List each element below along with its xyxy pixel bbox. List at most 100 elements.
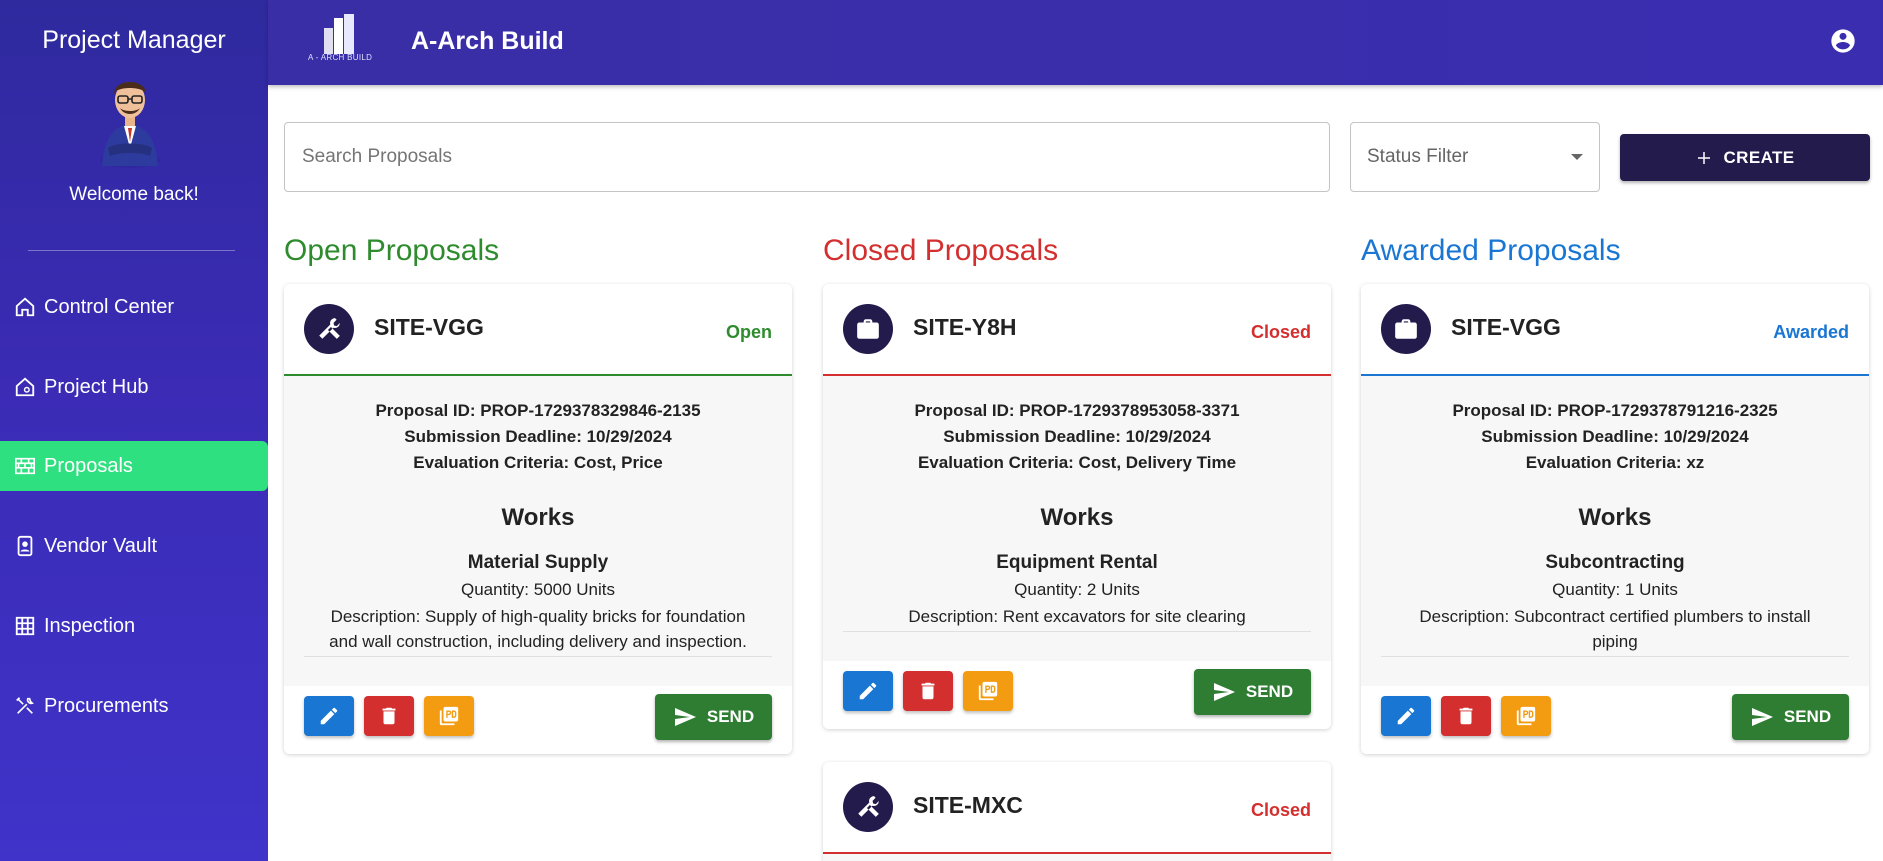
status-filter-select[interactable]: Status Filter	[1350, 122, 1600, 192]
edit-button[interactable]	[304, 696, 354, 736]
work-quantity: Quantity: 5000 Units	[460, 580, 616, 599]
send-button[interactable]: SEND	[1194, 669, 1311, 715]
proposal-id: Proposal ID: PROP-1729378953058-3371	[914, 401, 1240, 420]
submission-deadline: Submission Deadline: 10/29/2024	[404, 427, 672, 446]
evaluation-criteria: Evaluation Criteria: Cost, Price	[413, 453, 663, 472]
edit-button[interactable]	[1381, 696, 1431, 736]
card-site-name: SITE-VGG	[1451, 314, 1561, 340]
status-filter-label: Status Filter	[1367, 146, 1469, 167]
sidebar-item-project-hub[interactable]: Project Hub	[0, 362, 268, 412]
proposal-card: SITE-VGG Awarded Proposal ID: PROP-17293…	[1361, 284, 1869, 754]
send-button-label: SEND	[1245, 682, 1294, 701]
account-circle-icon[interactable]	[1829, 27, 1857, 55]
chevron-down-icon	[1571, 154, 1583, 160]
sidebar-divider	[28, 250, 235, 251]
pdf-button[interactable]	[1501, 696, 1551, 736]
card-header: SITE-VGG Open	[284, 284, 792, 374]
works-heading: Works	[1578, 504, 1652, 531]
pdf-icon	[1515, 705, 1537, 727]
app-header: A - ARCH BUILD A-Arch Build	[268, 0, 1883, 85]
edit-icon	[318, 705, 340, 727]
proposal-card: SITE-Y8H Closed Proposal ID: PROP-172937…	[823, 284, 1331, 729]
work-quantity: Quantity: 1 Units	[1552, 580, 1678, 599]
edit-icon	[1395, 705, 1417, 727]
card-divider	[823, 374, 1331, 376]
send-icon	[673, 705, 697, 729]
card-site-name: SITE-VGG	[374, 314, 484, 340]
status-badge: Awarded	[1773, 322, 1849, 342]
briefcase-icon	[1381, 304, 1431, 354]
sidebar-item-label: Procurements	[44, 694, 169, 717]
send-button-label: SEND	[1783, 707, 1832, 726]
sidebar: Project Manager Welcome back! Control Ce…	[0, 0, 268, 861]
sidebar-item-inspection[interactable]: Inspection	[0, 601, 268, 651]
card-divider	[284, 374, 792, 376]
delete-button[interactable]	[903, 671, 953, 711]
sidebar-item-control-center[interactable]: Control Center	[0, 282, 268, 332]
work-description: Description: Subcontract certified plumb…	[1419, 607, 1811, 651]
pdf-button[interactable]	[963, 671, 1013, 711]
card-info: Proposal ID: PROP-1729378953058-3371 Sub…	[823, 398, 1331, 476]
submission-deadline: Submission Deadline: 10/29/2024	[943, 427, 1211, 446]
sidebar-item-label: Vendor Vault	[44, 534, 158, 557]
tools-icon	[843, 782, 893, 832]
card-rule	[304, 656, 772, 657]
work-type: Subcontracting	[1545, 552, 1685, 573]
sidebar-item-label: Control Center	[44, 295, 175, 318]
contact-icon	[14, 535, 36, 557]
card-info: Proposal ID: PROP-1729378329846-2135 Sub…	[284, 398, 792, 476]
create-button[interactable]: CREATE	[1620, 134, 1870, 181]
card-actions: SEND	[823, 661, 1331, 729]
card-actions: SEND	[284, 686, 792, 754]
status-badge: Open	[725, 322, 772, 342]
send-icon	[1212, 680, 1236, 704]
work-description: Description: Supply of high-quality bric…	[329, 607, 747, 651]
card-rule	[1381, 656, 1849, 657]
app-title: A-Arch Build	[411, 27, 564, 55]
home-icon	[14, 296, 36, 318]
status-badge: Closed	[1250, 800, 1311, 820]
edit-button[interactable]	[843, 671, 893, 711]
works-heading: Works	[501, 504, 575, 531]
wall-icon	[14, 455, 36, 477]
proposal-id: Proposal ID: PROP-1729378329846-2135	[375, 401, 701, 420]
sidebar-item-proposals[interactable]: Proposals	[0, 441, 268, 491]
sidebar-item-label: Project Hub	[44, 375, 149, 398]
sidebar-item-label: Inspection	[44, 614, 136, 637]
sidebar-item-label: Proposals	[44, 454, 133, 477]
avatar	[100, 82, 160, 168]
send-button[interactable]: SEND	[655, 694, 772, 740]
send-button-label: SEND	[706, 707, 755, 726]
delete-button[interactable]	[364, 696, 414, 736]
search-input[interactable]	[284, 122, 1330, 192]
pdf-icon	[977, 680, 999, 702]
tools-icon	[14, 695, 36, 717]
card-divider	[823, 852, 1331, 854]
tools-icon	[304, 304, 354, 354]
closed-proposals-title: Closed Proposals	[823, 234, 1059, 267]
plus-icon	[1698, 151, 1711, 164]
sidebar-title: Project Manager	[42, 26, 226, 54]
delete-icon	[378, 705, 400, 727]
pdf-button[interactable]	[424, 696, 474, 736]
submission-deadline: Submission Deadline: 10/29/2024	[1481, 427, 1749, 446]
sidebar-item-procurements[interactable]: Procurements	[0, 681, 268, 731]
sidebar-item-vendor-vault[interactable]: Vendor Vault	[0, 521, 268, 571]
logo-text: A - ARCH BUILD	[308, 53, 373, 62]
create-button-label: CREATE	[1723, 147, 1795, 167]
delete-button[interactable]	[1441, 696, 1491, 736]
welcome-text: Welcome back!	[69, 184, 199, 205]
work-description: Description: Rent excavators for site cl…	[908, 607, 1246, 626]
card-header: SITE-Y8H Closed	[823, 284, 1331, 374]
evaluation-criteria: Evaluation Criteria: Cost, Delivery Time	[917, 453, 1237, 472]
send-icon	[1750, 705, 1774, 729]
send-button[interactable]: SEND	[1732, 694, 1849, 740]
card-header: SITE-VGG Awarded	[1361, 284, 1869, 374]
grid-icon	[14, 615, 36, 637]
status-badge: Closed	[1250, 322, 1311, 342]
card-divider	[1361, 374, 1869, 376]
card-header: SITE-MXC Closed	[823, 762, 1331, 852]
work-quantity: Quantity: 2 Units	[1014, 580, 1140, 599]
card-info: Proposal ID: PROP-1729378791216-2325 Sub…	[1361, 398, 1869, 476]
works-heading: Works	[1040, 504, 1114, 531]
